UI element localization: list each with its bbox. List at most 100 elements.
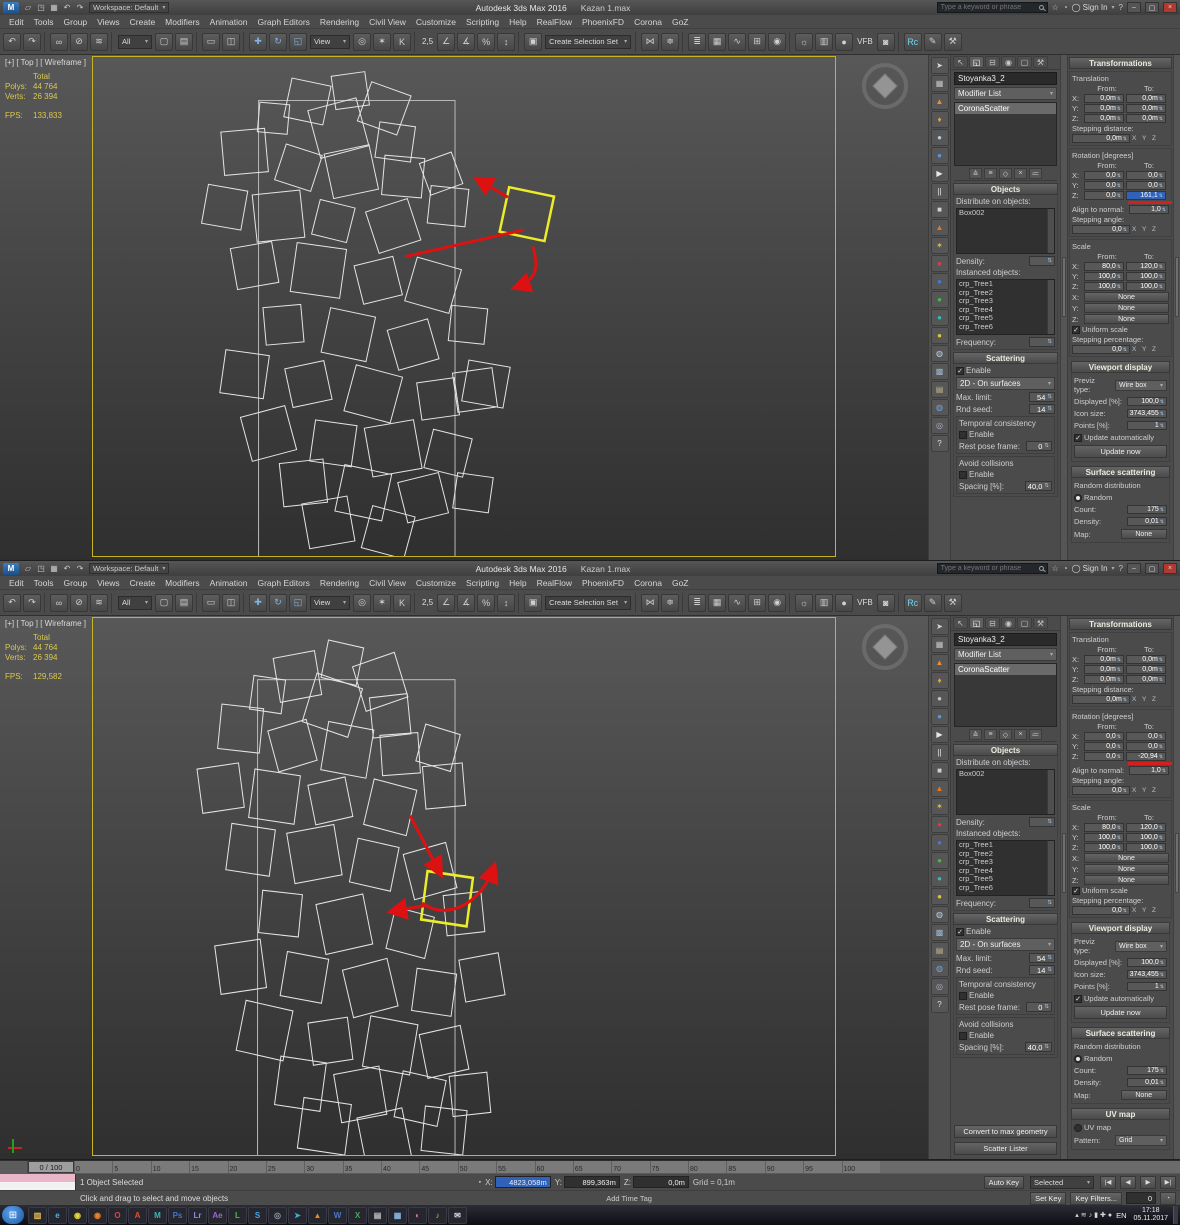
- rotate-z-to-field[interactable]: 161,1: [1126, 191, 1166, 200]
- new-scene-icon[interactable]: ▱: [22, 3, 34, 12]
- scrollbar-thumb[interactable]: [1062, 833, 1066, 894]
- menu-item-edit[interactable]: Edit: [4, 578, 29, 588]
- uniform-scale-checkbox[interactable]: [1072, 886, 1080, 895]
- scale-z-map-button[interactable]: None: [1084, 875, 1169, 885]
- list-scrollbar[interactable]: [1047, 770, 1054, 814]
- menu-item-edit[interactable]: Edit: [4, 17, 29, 27]
- wireframe-box[interactable]: [251, 189, 306, 243]
- wireframe-box[interactable]: [196, 762, 245, 814]
- spacing-field[interactable]: 40,0: [1024, 481, 1052, 491]
- surface-scattering-header[interactable]: Surface scattering: [1071, 1027, 1170, 1039]
- scattering-rollout-header[interactable]: Scattering: [953, 352, 1058, 364]
- wireframe-box[interactable]: [348, 837, 400, 892]
- corona-render-icon[interactable]: Rc: [903, 32, 922, 51]
- menu-item-customize[interactable]: Customize: [411, 17, 461, 27]
- wireframe-box[interactable]: [334, 464, 393, 522]
- modify-tab-icon[interactable]: ◱: [969, 56, 984, 68]
- curve-editor-icon[interactable]: ∿: [728, 593, 747, 612]
- skype-icon[interactable]: S: [248, 1206, 267, 1224]
- x-coord-field[interactable]: 4823,058m: [494, 1176, 551, 1188]
- utilities-hammer-icon[interactable]: ⚒: [943, 593, 962, 612]
- droplet-yellow-icon[interactable]: ●: [930, 327, 949, 344]
- rotate-z-from-field[interactable]: 0,0: [1084, 752, 1124, 761]
- scatter-bounds[interactable]: [258, 99, 456, 556]
- redo-scene-icon[interactable]: ↷: [74, 3, 86, 12]
- redo-scene-icon[interactable]: ↷: [74, 564, 86, 573]
- scale-y-from-field[interactable]: 100,0: [1084, 272, 1124, 281]
- curve-editor-icon[interactable]: ∿: [728, 32, 747, 51]
- viewport-canvas[interactable]: [93, 618, 835, 1155]
- wireframe-box[interactable]: [239, 405, 298, 462]
- hierarchy-tab-icon[interactable]: ⊟: [985, 617, 1000, 629]
- uvmap-header[interactable]: UV map: [1071, 1108, 1170, 1120]
- rotate-y-from-field[interactable]: 0,0: [1084, 742, 1124, 751]
- z-coord-field[interactable]: 0,0m: [632, 1176, 689, 1188]
- modifier-list-dropdown[interactable]: Modifier List ▾: [954, 648, 1057, 661]
- scale-y-map-button[interactable]: None: [1084, 303, 1169, 313]
- menu-item-group[interactable]: Group: [59, 578, 93, 588]
- select-by-name-icon[interactable]: ▤: [175, 593, 193, 612]
- icon-size-field[interactable]: 3743,455: [1127, 970, 1167, 979]
- menu-item-goz[interactable]: GoZ: [667, 17, 694, 27]
- cd-icon[interactable]: ◎: [930, 978, 949, 995]
- stepping-distance-field[interactable]: 0,0m: [1072, 134, 1130, 143]
- max-logo-icon[interactable]: M: [3, 562, 19, 575]
- flame-icon[interactable]: ♦: [930, 111, 949, 128]
- menu-item-tools[interactable]: Tools: [29, 578, 59, 588]
- show-end-result-icon[interactable]: ≡: [984, 168, 997, 179]
- rnd-seed-field[interactable]: 14: [1029, 404, 1055, 414]
- wireframe-box[interactable]: [379, 731, 421, 777]
- show-end-result-icon[interactable]: ≡: [984, 729, 997, 740]
- snap-value-label[interactable]: 2,5: [422, 37, 433, 46]
- unlink-selection-icon[interactable]: ⊘: [70, 593, 88, 612]
- vlc-icon[interactable]: ▲: [308, 1206, 327, 1224]
- help-icon[interactable]: ?: [930, 435, 949, 452]
- render-production-icon[interactable]: ●: [835, 32, 854, 51]
- utilities-tab-icon[interactable]: ⚒: [1033, 56, 1048, 68]
- display-tab-icon[interactable]: ▢: [1017, 617, 1032, 629]
- timeline-tick[interactable]: 90: [764, 1161, 803, 1173]
- timeline-tick[interactable]: 45: [419, 1161, 457, 1173]
- update-now-button[interactable]: Update now: [1074, 1006, 1167, 1019]
- script-editor-icon[interactable]: ✎: [923, 32, 942, 51]
- rotate-z-from-field[interactable]: 0,0: [1084, 191, 1124, 200]
- select-and-scale-icon[interactable]: ◱: [289, 593, 307, 612]
- rendered-frame-window-icon[interactable]: ▥: [815, 593, 834, 612]
- wireframe-box[interactable]: [258, 889, 303, 938]
- xyz-axis-labels[interactable]: X Y Z: [1132, 226, 1158, 233]
- globe-icon[interactable]: ◍: [930, 960, 949, 977]
- avoid-enable-checkbox[interactable]: [959, 1031, 967, 1040]
- distribute-list[interactable]: Box002: [956, 769, 1055, 815]
- previz-type-dropdown[interactable]: Wire box ▾: [1115, 379, 1167, 391]
- sign-in-button[interactable]: ◯ Sign In ▾: [1072, 3, 1115, 12]
- translate-y-to-field[interactable]: 0,0m: [1126, 665, 1166, 674]
- y-coord-field[interactable]: 899,363m: [563, 1176, 620, 1188]
- wireframe-box[interactable]: [320, 720, 375, 779]
- instanced-list[interactable]: crp_Tree1 crp_Tree2 crp_Tree3 crp_Tree4 crp_…: [956, 279, 1055, 335]
- scrollbar-thumb[interactable]: [1175, 257, 1179, 317]
- translate-x-from-field[interactable]: 0,0m: [1084, 94, 1124, 103]
- timeline-tick[interactable]: 55: [496, 1161, 534, 1173]
- wireframe-box[interactable]: [284, 360, 333, 409]
- wireframe-box[interactable]: [225, 822, 276, 877]
- modifier-stack-item[interactable]: CoronaScatter: [955, 664, 1056, 675]
- named-selection-sets-dropdown[interactable]: Create Selection Set ▾: [545, 595, 632, 610]
- stepping-percentage-field[interactable]: 0,0: [1072, 345, 1130, 354]
- layer-manager-icon[interactable]: ≣: [688, 32, 707, 51]
- wireframe-box[interactable]: [289, 241, 348, 299]
- add-time-tag-button[interactable]: Add Time Tag: [606, 1194, 652, 1203]
- ribbon-icon[interactable]: ▦: [708, 593, 727, 612]
- displayed-field[interactable]: 100,0: [1127, 397, 1167, 406]
- command-panel-scrollbar[interactable]: [1060, 616, 1067, 1159]
- percent-snap-icon[interactable]: %: [477, 593, 496, 612]
- update-now-button[interactable]: Update now: [1074, 445, 1167, 458]
- paint-icon[interactable]: ◐: [408, 1206, 427, 1224]
- wireframe-box[interactable]: [315, 893, 374, 956]
- translate-x-to-field[interactable]: 0,0m: [1126, 94, 1166, 103]
- clock-history-icon[interactable]: ◔: [1063, 3, 1068, 12]
- search-icon[interactable]: [1038, 566, 1044, 571]
- search-icon[interactable]: [1038, 5, 1044, 10]
- rest-pose-field[interactable]: 0: [1026, 1002, 1052, 1012]
- scatter-lister-button[interactable]: Scatter Lister: [954, 1142, 1057, 1155]
- remove-modifier-icon[interactable]: ×: [1014, 168, 1027, 179]
